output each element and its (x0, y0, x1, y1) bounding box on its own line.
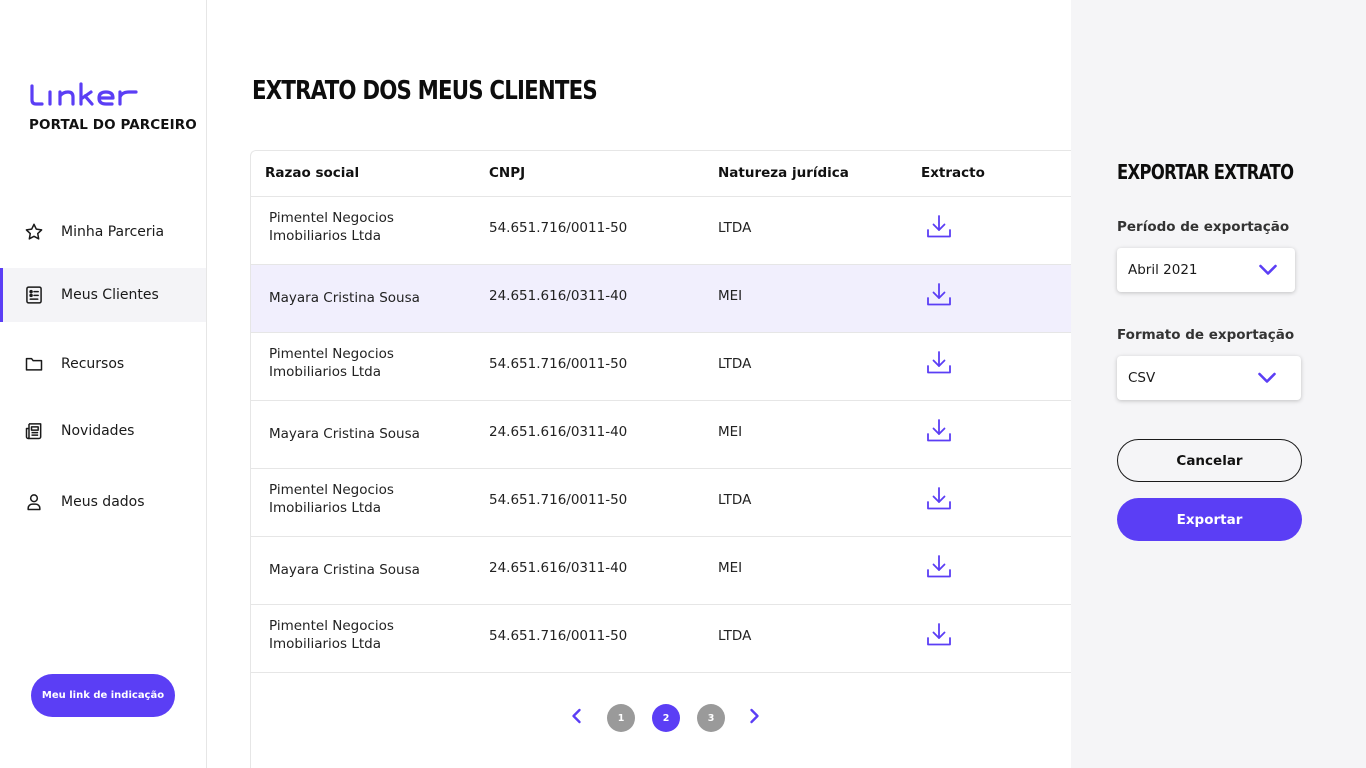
export-panel: EXPORTAR EXTRATO Período de exportação A… (1071, 0, 1366, 768)
download-extract-button[interactable] (924, 552, 954, 582)
download-icon (925, 281, 953, 309)
cell-natureza: LTDA (718, 628, 752, 644)
column-header-natureza: Natureza jurídica (718, 165, 849, 181)
cell-cnpj: 24.651.616/0311-40 (489, 288, 628, 304)
cell-razao-social: Mayara Cristina Sousa (269, 426, 420, 442)
period-select[interactable]: Abril 2021 (1117, 248, 1295, 292)
cell-razao-social: Pimentel Negocios Imobiliarios Ltda (269, 482, 394, 516)
pagination-prev-button[interactable] (566, 707, 588, 729)
cell-natureza: LTDA (718, 492, 752, 508)
cell-natureza: MEI (718, 288, 743, 304)
cell-razao-social: Mayara Cristina Sousa (269, 562, 420, 578)
linker-logo[interactable]: linker (29, 80, 141, 108)
sidebar-item-meus-dados[interactable]: Meus dados (0, 475, 206, 529)
sidebar-item-recursos[interactable]: Recursos (0, 337, 206, 391)
export-panel-title: EXPORTAR EXTRATO (1117, 160, 1294, 184)
sidebar-item-label: Meus dados (61, 494, 145, 510)
sidebar-item-label: Recursos (61, 356, 125, 372)
sidebar: linker PORTAL DO PARCEIRO Minha Parceria… (0, 0, 207, 768)
cell-cnpj: 54.651.716/0011-50 (489, 220, 628, 236)
cell-natureza: MEI (718, 424, 743, 440)
table-header: Razao social CNPJ Natureza jurídica Extr… (251, 151, 1071, 197)
chevron-right-icon (747, 708, 761, 728)
cell-cnpj: 24.651.616/0311-40 (489, 424, 628, 440)
download-icon (925, 621, 953, 649)
referral-link-button[interactable]: Meu link de indicação (31, 674, 175, 717)
portal-label: PORTAL DO PARCEIRO (29, 117, 197, 133)
sidebar-item-meus-clientes[interactable]: Meus Clientes (0, 268, 206, 322)
star-icon (23, 221, 45, 243)
sidebar-item-label: Minha Parceria (61, 224, 165, 240)
table-row: Pimentel Negocios Imobiliarios Ltda 54.65… (251, 605, 1071, 673)
export-button[interactable]: Exportar (1117, 498, 1302, 541)
logo-text: linker (29, 80, 32, 81)
table-row: Mayara Cristina Sousa 24.651.616/0311-40 M… (251, 265, 1071, 333)
download-icon (925, 553, 953, 581)
pagination-page-1[interactable]: 1 (607, 704, 635, 732)
format-label: Formato de exportação (1117, 327, 1295, 343)
period-label: Período de exportação (1117, 219, 1290, 235)
column-header-razao-social: Razao social (265, 165, 360, 181)
cell-razao-social: Mayara Cristina Sousa (269, 290, 420, 306)
cell-razao-social: Pimentel Negocios Imobiliarios Ltda (269, 618, 394, 652)
download-extract-button[interactable] (924, 484, 954, 514)
download-extract-button[interactable] (924, 280, 954, 310)
format-select-value: CSV (1128, 370, 1156, 386)
column-header-cnpj: CNPJ (489, 165, 526, 181)
sidebar-item-label: Novidades (61, 423, 135, 439)
chevron-left-icon (570, 708, 584, 728)
table-row: Pimentel Negocios Imobiliarios Ltda 54.65… (251, 333, 1071, 401)
chevron-down-icon (1257, 261, 1279, 279)
cell-cnpj: 24.651.616/0311-40 (489, 560, 628, 576)
download-extract-button[interactable] (924, 620, 954, 650)
cell-natureza: MEI (718, 560, 743, 576)
cell-natureza: LTDA (718, 356, 752, 372)
table-row: Mayara Cristina Sousa 24.651.616/0311-40 M… (251, 537, 1071, 605)
sidebar-item-label: Meus Clientes (61, 287, 159, 303)
download-icon (925, 213, 953, 241)
cell-cnpj: 54.651.716/0011-50 (489, 492, 628, 508)
format-select[interactable]: CSV (1117, 356, 1301, 400)
pagination-page-3[interactable]: 3 (697, 704, 725, 732)
sidebar-item-novidades[interactable]: Novidades (0, 404, 206, 458)
cell-razao-social: Pimentel Negocios Imobiliarios Ltda (269, 346, 394, 380)
chevron-down-icon (1256, 369, 1278, 387)
page-title: EXTRATO DOS MEUS CLIENTES (252, 76, 598, 106)
download-icon (925, 349, 953, 377)
period-select-value: Abril 2021 (1128, 262, 1198, 278)
table-row: Mayara Cristina Sousa 24.651.616/0311-40 M… (251, 401, 1071, 469)
cell-razao-social: Pimentel Negocios Imobiliarios Ltda (269, 210, 394, 244)
download-extract-button[interactable] (924, 212, 954, 242)
table-row: Pimentel Negocios Imobiliarios Ltda 54.65… (251, 197, 1071, 265)
pagination-page-2[interactable]: 2 (652, 704, 680, 732)
cell-natureza: LTDA (718, 220, 752, 236)
column-header-extracto: Extracto (921, 165, 985, 181)
user-icon (23, 491, 45, 513)
sidebar-item-minha-parceria[interactable]: Minha Parceria (0, 205, 206, 259)
download-extract-button[interactable] (924, 348, 954, 378)
newspaper-icon (23, 420, 45, 442)
download-icon (925, 417, 953, 445)
download-icon (925, 485, 953, 513)
pagination-next-button[interactable] (743, 707, 765, 729)
table-row: Pimentel Negocios Imobiliarios Ltda 54.65… (251, 469, 1071, 537)
cell-cnpj: 54.651.716/0011-50 (489, 628, 628, 644)
folder-icon (23, 353, 45, 375)
client-list-icon (23, 284, 45, 306)
cell-cnpj: 54.651.716/0011-50 (489, 356, 628, 372)
download-extract-button[interactable] (924, 416, 954, 446)
cancel-button[interactable]: Cancelar (1117, 439, 1302, 482)
clients-table: Razao social CNPJ Natureza jurídica Extr… (250, 150, 1071, 768)
